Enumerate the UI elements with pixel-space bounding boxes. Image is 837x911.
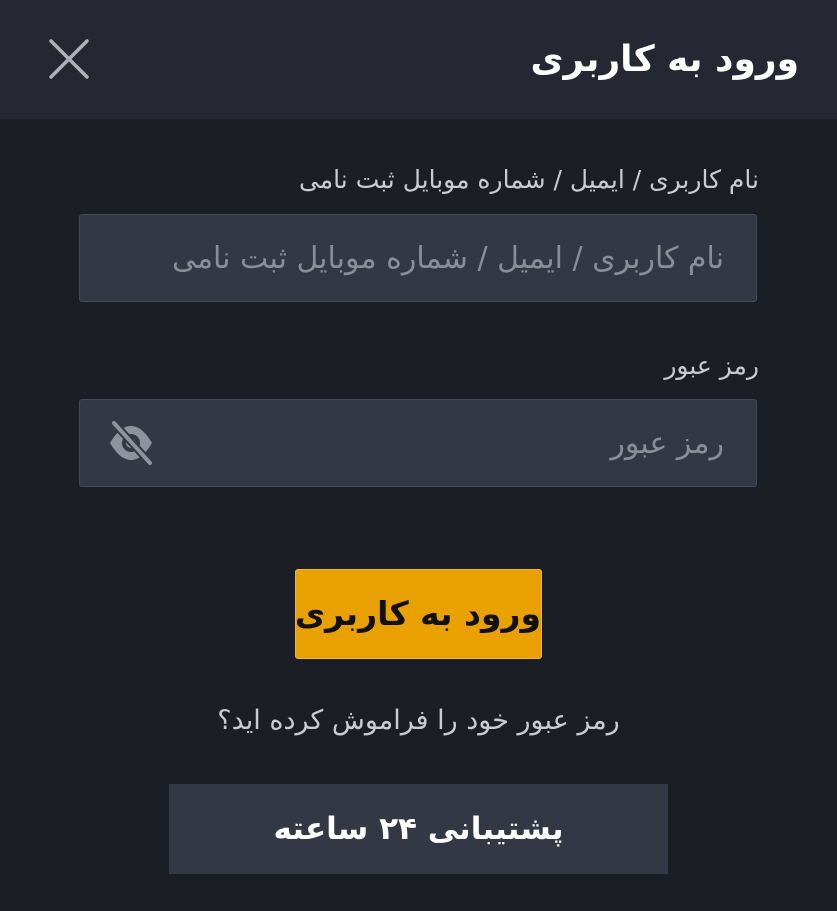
close-button[interactable] [44, 34, 94, 84]
dialog-title: ورود به کاربری [530, 39, 799, 80]
username-label: نام کاربری / ایمیل / شماره موبایل ثبت نا… [298, 165, 759, 194]
forgot-password-link[interactable]: رمز عبور خود را فراموش کرده اید؟ [0, 700, 837, 742]
username-input[interactable] [80, 215, 756, 301]
password-input[interactable] [80, 400, 756, 486]
eye-slash-icon [110, 420, 154, 466]
username-field-container [79, 214, 757, 302]
password-label: رمز عبور [664, 351, 759, 380]
support-button[interactable]: پشتیبانی ۲۴ ساعته [169, 784, 668, 874]
login-dialog: ورود به کاربری نام کاربری / ایمیل / شمار… [0, 0, 837, 911]
close-icon [49, 39, 89, 79]
login-button[interactable]: ورود به کاربری [295, 569, 542, 659]
password-field-container [79, 399, 757, 487]
dialog-header: ورود به کاربری [0, 0, 837, 119]
toggle-password-visibility-button[interactable] [106, 420, 156, 466]
